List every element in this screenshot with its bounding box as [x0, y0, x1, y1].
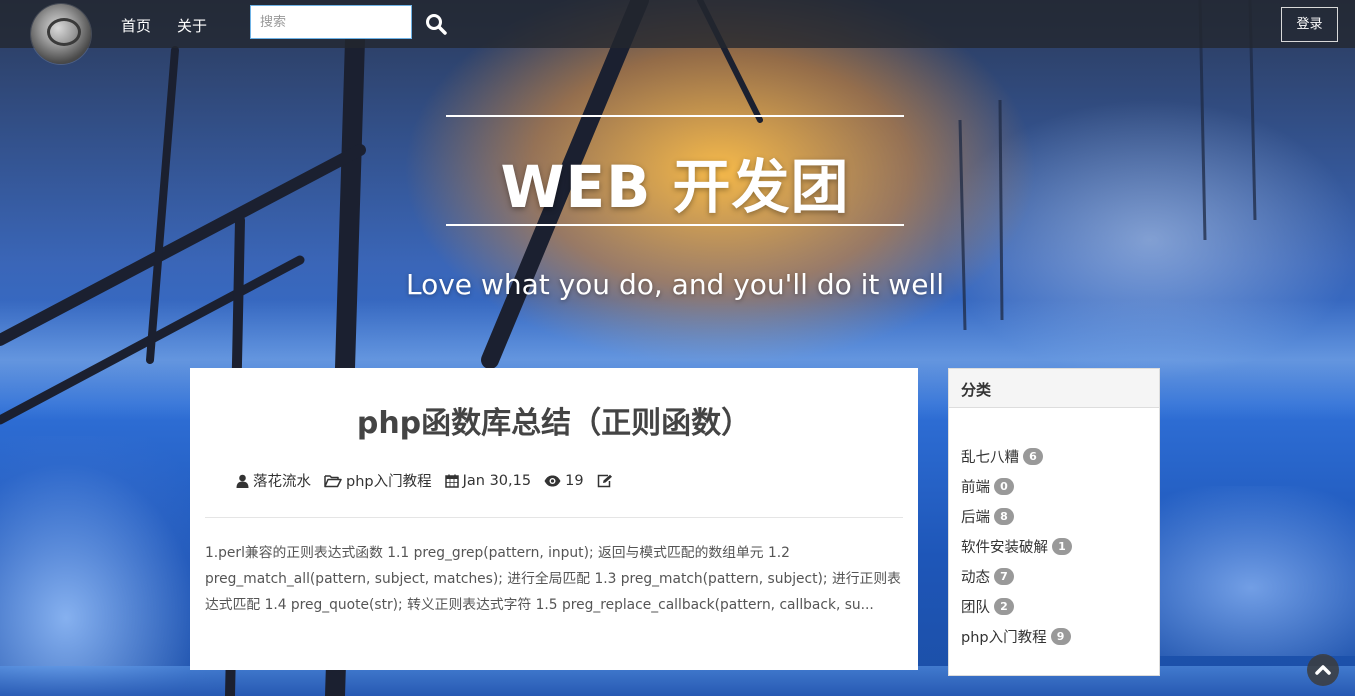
- category-count-badge: 7: [994, 567, 1014, 585]
- post-category[interactable]: php入门教程: [324, 470, 432, 491]
- eye-icon: [544, 475, 561, 486]
- post-title[interactable]: php函数库总结（正则函数）: [190, 398, 918, 442]
- post-excerpt: 1.perl兼容的正则表达式函数 1.1 preg_grep(pattern, …: [205, 545, 901, 613]
- post-card: php函数库总结（正则函数） 落花流水 php入门教程 Jan 30,15 19…: [190, 368, 918, 670]
- category-name: 乱七八糟: [961, 449, 1019, 466]
- post-meta: 落花流水 php入门教程 Jan 30,15 19: [236, 470, 630, 491]
- edit-icon[interactable]: [597, 474, 617, 488]
- post-date-text: Jan 30,15: [462, 472, 532, 489]
- site-title: WEB 开发团: [500, 153, 850, 221]
- chevron-up-icon: [1315, 665, 1331, 675]
- post-author[interactable]: 落花流水: [236, 470, 311, 491]
- category-name: 团队: [961, 599, 990, 616]
- user-icon: [236, 474, 249, 488]
- category-list: 乱七八糟 6 前端 0 后端 8 软件安装破解 1 动态 7 团队 2 php入门教程 9: [961, 441, 1072, 651]
- site-subtitle: Love what you do, and you'll do it well: [405, 268, 944, 301]
- category-name: php入门教程: [961, 629, 1047, 646]
- category-item[interactable]: 后端 8: [961, 501, 1072, 531]
- calendar-icon: [444, 474, 459, 488]
- category-item[interactable]: 动态 7: [961, 561, 1072, 591]
- category-name: 软件安装破解: [961, 539, 1048, 556]
- category-item[interactable]: 前端 0: [961, 471, 1072, 501]
- folder-open-icon: [324, 474, 342, 487]
- category-count-badge: 9: [1050, 627, 1071, 645]
- search-input[interactable]: [250, 5, 412, 39]
- category-count-badge: 6: [1023, 447, 1043, 465]
- category-sidebar: 分类 乱七八糟 6 前端 0 后端 8 软件安装破解 1 动态 7 团队 2 php入门教程…: [948, 368, 1160, 676]
- back-to-top-button[interactable]: [1307, 654, 1339, 686]
- category-count-badge: 8: [994, 507, 1014, 525]
- site-logo[interactable]: [31, 4, 91, 64]
- category-name: 动态: [961, 569, 990, 586]
- category-name: 后端: [961, 509, 990, 526]
- top-navbar: 首页 关于 登录: [0, 0, 1355, 64]
- category-item[interactable]: 软件安装破解 1: [961, 531, 1072, 561]
- nav-about-link[interactable]: 关于: [177, 15, 207, 36]
- category-item[interactable]: 团队 2: [961, 591, 1072, 621]
- post-date: Jan 30,15: [444, 472, 532, 489]
- search-icon[interactable]: [424, 12, 448, 36]
- category-count-badge: 1: [1052, 537, 1072, 555]
- category-item[interactable]: 乱七八糟 6: [961, 441, 1072, 471]
- post-divider: [205, 517, 903, 518]
- sidebar-title: 分类: [949, 369, 1159, 408]
- category-name: 前端: [961, 479, 990, 496]
- post-category-name: php入门教程: [346, 474, 432, 490]
- category-count-badge: 0: [994, 477, 1014, 495]
- hero-top-divider: [446, 115, 904, 117]
- post-views: 19: [544, 472, 584, 489]
- nav-home-link[interactable]: 首页: [121, 15, 151, 36]
- category-item[interactable]: php入门教程 9: [961, 621, 1072, 651]
- post-author-name: 落花流水: [253, 474, 311, 490]
- hero-bottom-divider: [446, 224, 904, 226]
- login-button[interactable]: 登录: [1281, 7, 1338, 42]
- post-views-count: 19: [565, 472, 584, 489]
- category-count-badge: 2: [994, 597, 1014, 615]
